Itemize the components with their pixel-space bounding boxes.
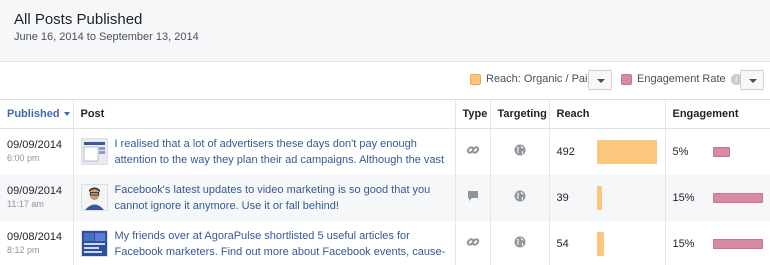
post-time: 11:17 am (7, 199, 44, 209)
globe-icon[interactable] (514, 236, 526, 251)
engagement-bar-track (712, 238, 765, 249)
reach-value: 492 (556, 145, 575, 158)
engagement-bar (712, 192, 763, 203)
reach-cell: 39 (548, 174, 665, 221)
engagement-dropdown-button[interactable] (740, 70, 764, 90)
targeting-cell (489, 174, 549, 221)
type-cell (454, 128, 490, 175)
reach-cell: 492 (548, 128, 665, 175)
post-time: 6:00 pm (7, 153, 40, 164)
reach-value: 54 (556, 237, 569, 250)
table-row[interactable]: 09/09/2014 11:17 am Facebook's latest upda… (0, 174, 770, 221)
link-icon (466, 146, 480, 160)
legend-reach-label: Reach: Organic / Paid (486, 73, 594, 85)
reach-swatch (470, 73, 481, 85)
type-cell (454, 174, 490, 221)
screenshot-thumbnail[interactable] (80, 138, 108, 166)
column-post[interactable]: Post (72, 99, 455, 129)
globe-icon[interactable] (514, 144, 526, 159)
report-header: All Posts Published June 16, 2014 to Sep… (0, 0, 770, 62)
reach-bar-track (596, 231, 659, 256)
post-cell: My friends over at AgoraPulse shortliste… (72, 220, 455, 265)
post-date: 09/09/2014 (7, 139, 63, 152)
reach-cell: 54 (548, 220, 665, 265)
engagement-value: 15% (672, 237, 695, 250)
sort-down-icon (63, 112, 70, 117)
published-cell: 09/08/2014 8:12 pm (0, 221, 73, 265)
table-row[interactable]: 09/08/2014 8:12 pm My friends over at Agor… (0, 220, 770, 265)
date-range: June 16, 2014 to September 13, 2014 (14, 31, 199, 43)
post-cell: Facebook's latest updates to video marke… (72, 174, 455, 221)
engagement-cell: 15% (664, 220, 770, 265)
published-cell: 09/09/2014 6:00 pm (0, 129, 73, 175)
column-published[interactable]: Published (0, 99, 73, 129)
engagement-swatch (621, 73, 632, 85)
post-cell: I realised that a lot of advertisers the… (72, 128, 455, 175)
column-engagement[interactable]: Engagement (664, 99, 770, 129)
engagement-bar-track (712, 146, 765, 157)
engagement-bar (712, 238, 763, 249)
reach-bar-track (596, 139, 659, 164)
chevron-down-icon (749, 79, 757, 83)
published-cell: 09/09/2014 11:17 am (0, 174, 73, 221)
legend-engagement-label: Engagement Rate (637, 73, 726, 85)
post-text-link[interactable]: My friends over at AgoraPulse shortliste… (115, 228, 455, 260)
posts-table: Published Post Type Targeting Reach Enga… (0, 99, 770, 265)
link-icon (466, 238, 480, 252)
engagement-value: 5% (672, 145, 689, 158)
reach-bar (596, 231, 604, 256)
chart-controls: Reach: Organic / Paid Engagement Rate i (0, 62, 770, 99)
post-text-link[interactable]: I realised that a lot of advertisers the… (115, 136, 455, 168)
targeting-cell (489, 128, 549, 175)
targeting-cell (489, 220, 549, 265)
post-date: 09/09/2014 (7, 185, 63, 197)
person-thumbnail[interactable] (80, 184, 108, 211)
engagement-cell: 5% (664, 128, 770, 175)
reach-bar (596, 185, 602, 210)
globe-icon[interactable] (514, 190, 526, 205)
table-header-row: Published Post Type Targeting Reach Enga… (0, 99, 770, 129)
column-type[interactable]: Type (454, 99, 490, 129)
reach-bar (596, 139, 657, 164)
engagement-bar-track (712, 192, 765, 203)
table-row[interactable]: 09/09/2014 6:00 pm I realised that a lot o… (0, 128, 770, 175)
legend-reach: Reach: Organic / Paid (470, 73, 594, 85)
legend-engagement: Engagement Rate i (621, 73, 742, 85)
post-text-link[interactable]: Facebook's latest updates to video marke… (115, 182, 455, 214)
column-reach[interactable]: Reach (548, 99, 665, 129)
reach-value: 39 (556, 191, 569, 204)
page-title: All Posts Published (14, 11, 143, 28)
status-icon (466, 191, 480, 206)
engagement-cell: 15% (664, 174, 770, 221)
reach-dropdown-button[interactable] (588, 70, 612, 90)
post-date: 09/08/2014 (7, 231, 63, 243)
article-thumbnail[interactable] (80, 230, 108, 257)
engagement-bar (712, 146, 730, 157)
column-targeting[interactable]: Targeting (489, 99, 549, 129)
reach-bar-track (596, 185, 659, 210)
type-cell (454, 220, 490, 265)
engagement-value: 15% (672, 191, 695, 204)
chevron-down-icon (597, 79, 605, 83)
post-time: 8:12 pm (7, 245, 40, 255)
